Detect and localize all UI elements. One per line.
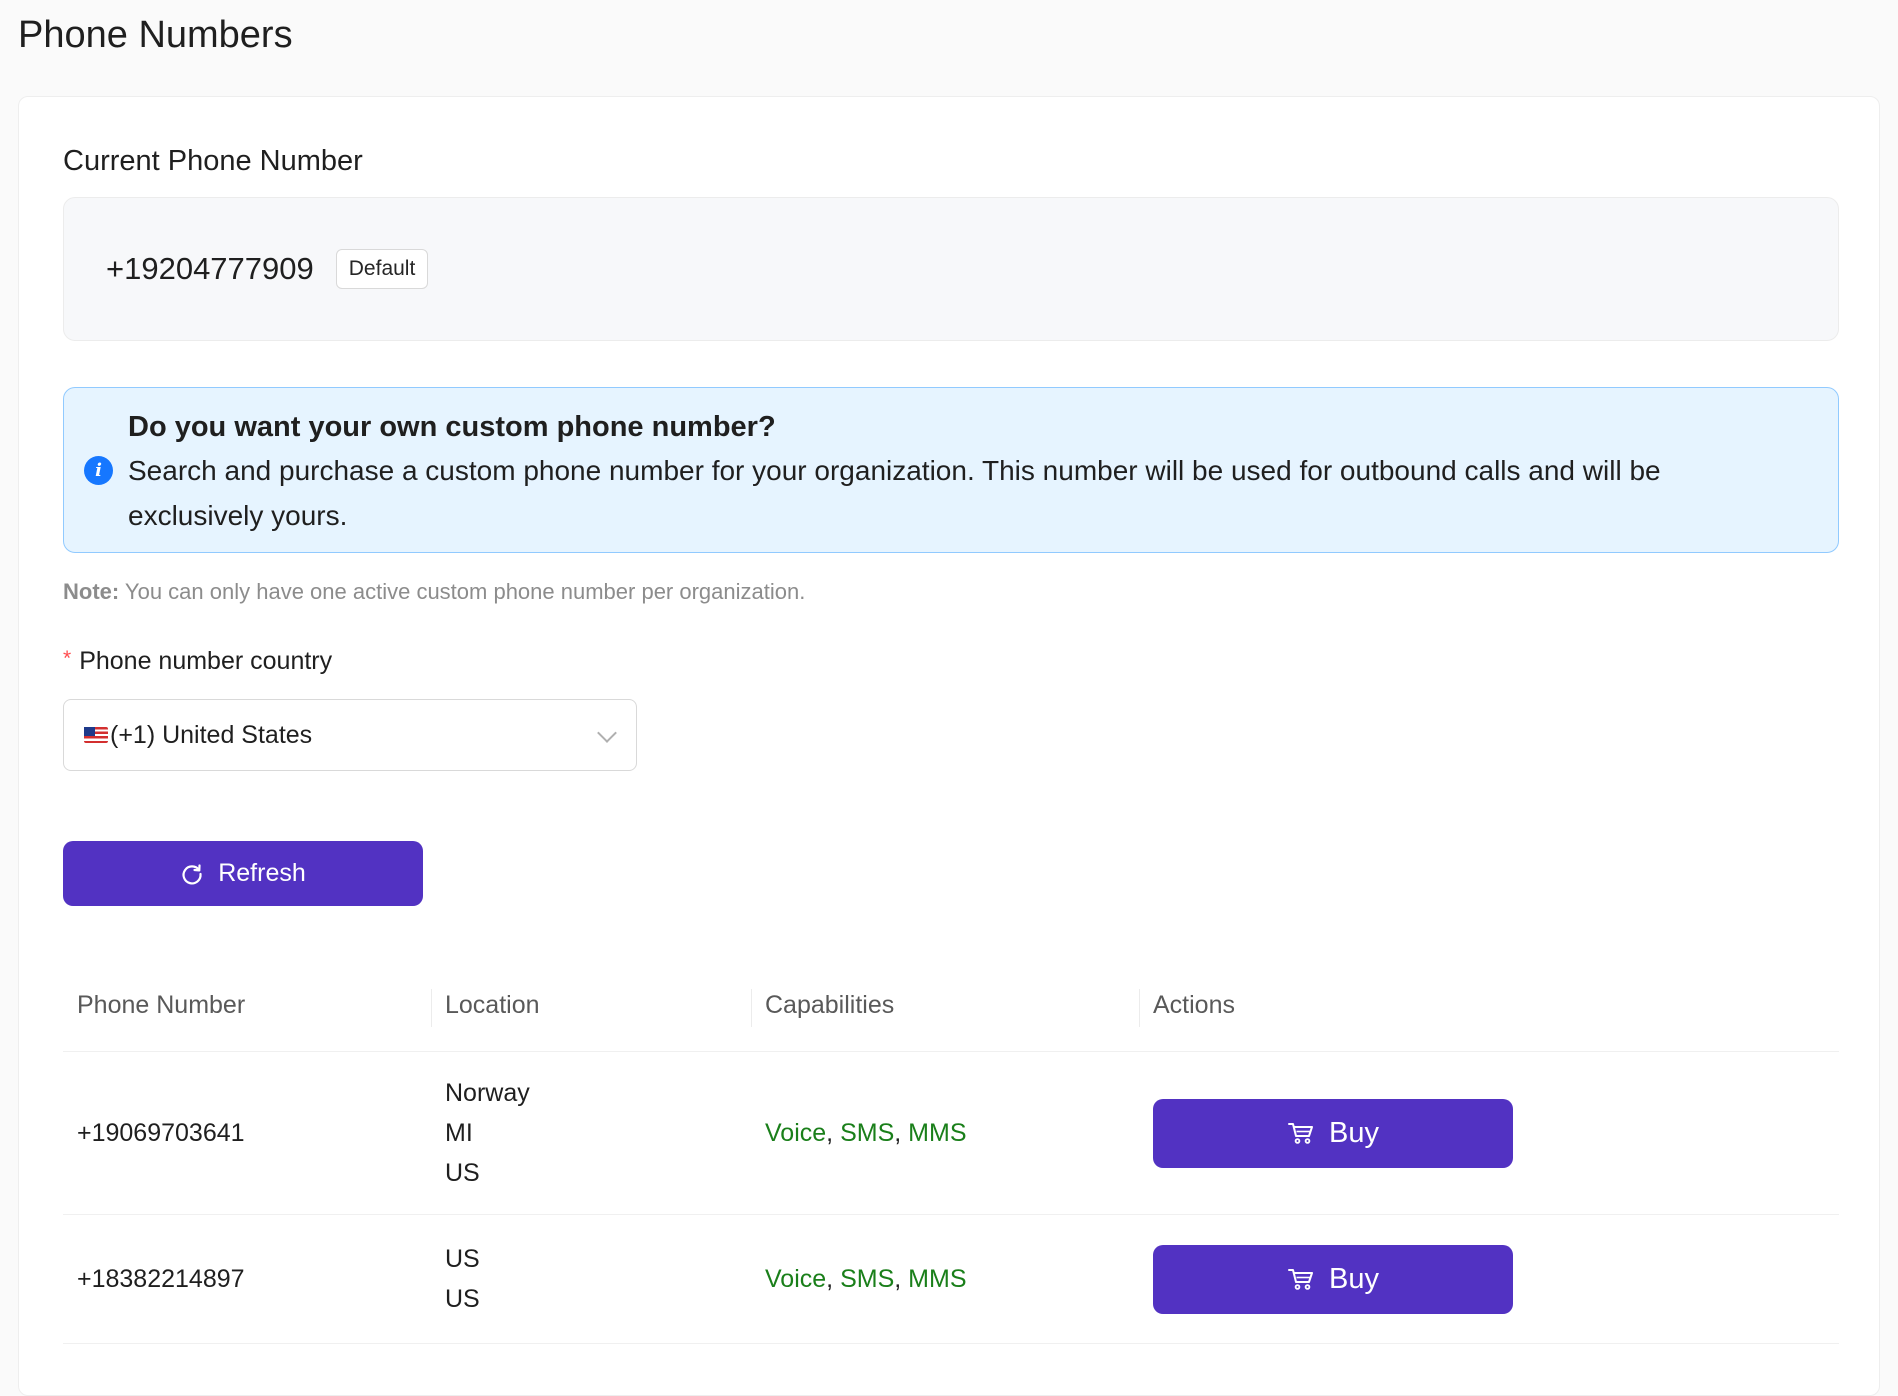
location-line: US [445, 1159, 480, 1187]
location-cell: Norway MI US [431, 1051, 751, 1215]
shopping-cart-icon [1288, 1269, 1313, 1290]
location-line: US [445, 1285, 480, 1313]
capabilities-cell: Voice, SMS, MMS [751, 1214, 1139, 1344]
buy-button[interactable]: Buy [1153, 1244, 1513, 1314]
available-numbers-table: Phone Number Location Capabilities Actio… [63, 959, 1839, 1344]
note-body: You can only have one active custom phon… [119, 579, 806, 604]
chevron-down-icon [597, 723, 617, 743]
buy-label: Buy [1329, 1116, 1379, 1149]
current-number-title: Current Phone Number [63, 145, 363, 177]
table-row: +19069703641 Norway MI US Voice, SMS, MM… [63, 1051, 1839, 1215]
header-location: Location [431, 959, 751, 1052]
shopping-cart-icon [1288, 1123, 1313, 1144]
default-tag: Default [335, 249, 429, 289]
actions-cell: Buy [1139, 1051, 1839, 1215]
custom-number-alert: i Do you want your own custom phone numb… [63, 387, 1839, 553]
capability-sms: SMS [840, 1264, 895, 1293]
refresh-button[interactable]: Refresh [63, 841, 423, 906]
actions-cell: Buy [1139, 1214, 1839, 1344]
note-label: Note: [63, 579, 120, 604]
phone-numbers-card: Current Phone Number +19204777909 Defaul… [18, 96, 1880, 1396]
location-line: Norway [445, 1079, 530, 1107]
alert-description: Search and purchase a custom phone numbe… [128, 455, 1661, 531]
alert-title: Do you want your own custom phone number… [128, 411, 776, 443]
capability-mms: MMS [908, 1264, 967, 1293]
country-field-label: * Phone number country [63, 647, 332, 676]
country-select[interactable]: (+1) United States [63, 699, 637, 771]
location-line: US [445, 1245, 480, 1273]
capability-voice: Voice [765, 1264, 827, 1293]
refresh-icon [182, 863, 202, 884]
header-capabilities: Capabilities [751, 959, 1139, 1052]
capability-sms: SMS [840, 1118, 895, 1147]
location-line: MI [445, 1119, 473, 1147]
buy-button[interactable]: Buy [1153, 1098, 1513, 1168]
required-mark: * [63, 647, 72, 670]
page-title: Phone Numbers [18, 14, 293, 56]
capability-voice: Voice [765, 1118, 827, 1147]
capability-mms: MMS [908, 1118, 967, 1147]
table-row: +18382214897 US US Voice, SMS, MMS Buy [63, 1214, 1839, 1344]
header-actions: Actions [1139, 959, 1839, 1052]
header-phone-number: Phone Number [63, 959, 431, 1052]
current-number-box: +19204777909 Default [63, 197, 1839, 341]
phone-number-cell: +18382214897 [63, 1214, 431, 1344]
country-label-text: Phone number country [79, 647, 333, 675]
country-select-value: (+1) United States [110, 720, 313, 749]
table-header-row: Phone Number Location Capabilities Actio… [63, 959, 1839, 1052]
location-cell: US US [431, 1214, 751, 1344]
phone-number-cell: +19069703641 [63, 1051, 431, 1215]
current-phone-number: +19204777909 [106, 251, 314, 286]
info-icon: i [84, 456, 113, 485]
us-flag-icon [84, 727, 108, 743]
capabilities-cell: Voice, SMS, MMS [751, 1051, 1139, 1215]
note-text: Note: You can only have one active custo… [63, 579, 805, 605]
buy-label: Buy [1329, 1262, 1379, 1295]
refresh-label: Refresh [218, 859, 306, 887]
